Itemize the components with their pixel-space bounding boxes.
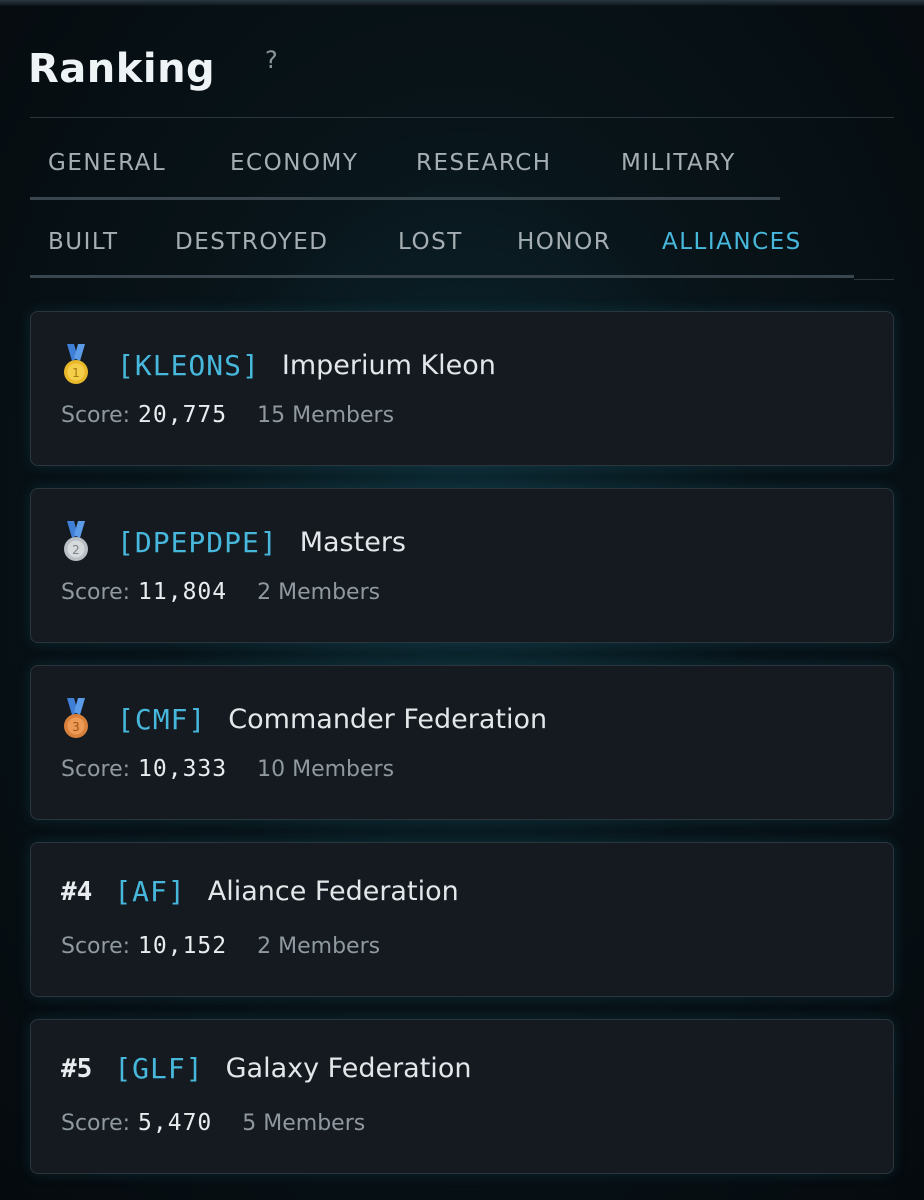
tab-destroyed[interactable]: DESTROYED (175, 229, 329, 255)
score-label: Score: (61, 580, 131, 605)
alliance-header: #5 [GLF] Galaxy Federation (61, 1052, 471, 1085)
tab-general[interactable]: GENERAL (48, 150, 166, 176)
tab-row-divider (30, 275, 854, 278)
svg-text:2: 2 (72, 543, 80, 557)
alliance-stats: Score: 11,804 2 Members (61, 579, 380, 605)
alliance-header: #4 [AF] Aliance Federation (61, 875, 459, 908)
rank-number: #4 (61, 876, 93, 907)
alliance-tag: [GLF] (114, 1052, 204, 1085)
tab-economy[interactable]: ECONOMY (230, 150, 358, 176)
score-value: 10,333 (138, 756, 228, 782)
alliance-tag: [DPEPDPE] (117, 525, 278, 559)
alliance-name: Aliance Federation (207, 876, 459, 907)
member-count: 10 Members (257, 757, 395, 782)
alliance-stats: Score: 10,152 2 Members (61, 933, 380, 959)
score-label: Score: (61, 757, 131, 782)
alliance-card[interactable]: #4 [AF] Aliance Federation Score: 10,152… (30, 842, 894, 997)
tab-built[interactable]: BUILT (48, 229, 119, 255)
alliance-name: Masters (299, 526, 406, 558)
tab-lost[interactable]: LOST (398, 229, 463, 255)
alliance-tag: [KLEONS] (117, 348, 260, 382)
gold-medal-icon: 1 (64, 344, 88, 384)
alliance-stats: Score: 20,775 15 Members (61, 402, 394, 428)
alliance-tag: [CMF] (117, 702, 207, 736)
member-count: 15 Members (257, 403, 395, 428)
tab-honor[interactable]: HONOR (517, 229, 611, 255)
member-count: 2 Members (257, 934, 381, 959)
alliance-tag: [AF] (114, 875, 186, 908)
bronze-medal-icon: 3 (64, 698, 88, 738)
score-value: 11,804 (138, 579, 228, 605)
alliance-stats: Score: 10,333 10 Members (61, 756, 394, 782)
top-border (0, 0, 924, 6)
alliance-card[interactable]: 2 [DPEPDPE] Masters Score: 11,804 2 Memb… (30, 488, 894, 643)
alliance-card[interactable]: #5 [GLF] Galaxy Federation Score: 5,470 … (30, 1019, 894, 1174)
page-title: Ranking (28, 46, 216, 92)
score-label: Score: (61, 403, 131, 428)
alliance-card[interactable]: 1 [KLEONS] Imperium Kleon Score: 20,775 … (30, 311, 894, 466)
alliance-header: 1 [KLEONS] Imperium Kleon (61, 344, 496, 386)
alliance-name: Commander Federation (228, 703, 548, 735)
tab-military[interactable]: MILITARY (621, 150, 736, 176)
alliance-header: 2 [DPEPDPE] Masters (61, 521, 406, 563)
svg-text:3: 3 (72, 720, 80, 734)
score-label: Score: (61, 1111, 131, 1136)
svg-text:1: 1 (72, 366, 80, 380)
tab-row-divider-end (854, 279, 894, 280)
score-value: 20,775 (138, 402, 228, 428)
alliance-card[interactable]: 3 [CMF] Commander Federation Score: 10,3… (30, 665, 894, 820)
silver-medal-icon: 2 (64, 521, 88, 561)
member-count: 5 Members (242, 1111, 366, 1136)
alliance-name: Galaxy Federation (225, 1053, 472, 1084)
score-label: Score: (61, 934, 131, 959)
tab-research[interactable]: RESEARCH (416, 150, 552, 176)
header-divider (30, 117, 894, 118)
score-value: 5,470 (138, 1110, 213, 1136)
help-icon[interactable]: ? (265, 46, 278, 74)
member-count: 2 Members (257, 580, 381, 605)
alliance-header: 3 [CMF] Commander Federation (61, 698, 547, 740)
alliance-stats: Score: 5,470 5 Members (61, 1110, 365, 1136)
tab-row-divider (30, 197, 780, 200)
score-value: 10,152 (138, 933, 228, 959)
tab-alliances[interactable]: ALLIANCES (662, 229, 802, 255)
alliance-name: Imperium Kleon (281, 349, 496, 381)
rank-number: #5 (61, 1053, 93, 1084)
